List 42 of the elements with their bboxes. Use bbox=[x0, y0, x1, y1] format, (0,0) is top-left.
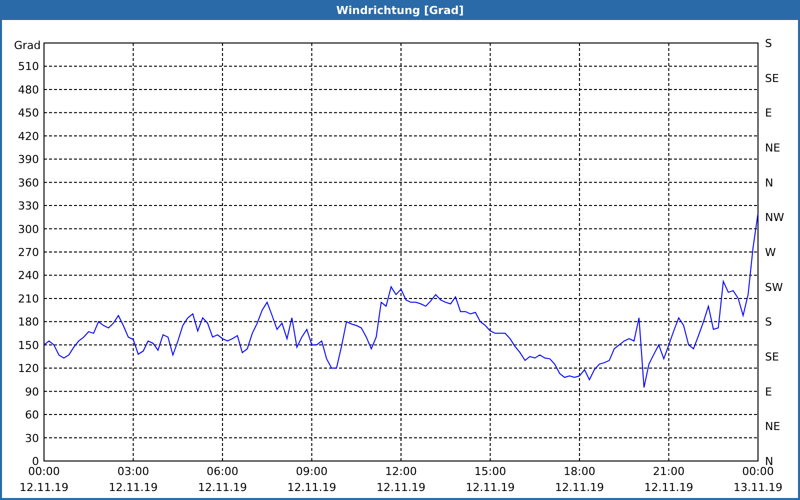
x-tick-label: 15:00 12.11.19 bbox=[466, 465, 515, 494]
y-tick-label: 270 bbox=[18, 246, 39, 259]
y-tick-label: 300 bbox=[18, 222, 39, 236]
y-tick-label: 120 bbox=[18, 362, 39, 376]
compass-tick-label: W bbox=[765, 246, 776, 259]
y-tick-label: 480 bbox=[18, 83, 39, 96]
y-tick-label: 240 bbox=[18, 269, 39, 282]
compass-tick-label: SW bbox=[765, 280, 783, 294]
window-title: Windrichtung [Grad] bbox=[336, 4, 464, 16]
x-tick-label: 00:00 13.11.19 bbox=[734, 465, 782, 494]
y-tick-label: 150 bbox=[18, 338, 39, 352]
y-tick-label: 360 bbox=[18, 176, 39, 190]
x-tick-label: 06:00 12.11.19 bbox=[198, 465, 247, 494]
compass-tick-label: NW bbox=[765, 211, 784, 224]
x-tick-label: 21:00 12.11.19 bbox=[644, 465, 694, 494]
y-tick-label: 420 bbox=[18, 130, 39, 143]
y-tick-label: 450 bbox=[18, 106, 39, 120]
compass-tick-label: S bbox=[765, 37, 772, 50]
x-tick-label: 09:00 12.11.19 bbox=[287, 465, 336, 494]
y-tick-label: 510 bbox=[18, 60, 39, 74]
compass-tick-label: E bbox=[765, 106, 772, 120]
compass-tick-label: N bbox=[765, 176, 774, 190]
y-tick-label: 90 bbox=[25, 385, 39, 398]
compass-tick-label: S bbox=[765, 316, 772, 329]
compass-tick-label: SE bbox=[765, 72, 779, 85]
x-tick-label: 03:00 12.11.19 bbox=[108, 465, 158, 494]
compass-tick-label: SE bbox=[765, 350, 779, 364]
y-tick-label: 330 bbox=[18, 200, 39, 213]
y-tick-label: 30 bbox=[25, 432, 39, 445]
compass-tick-label: E bbox=[765, 385, 772, 398]
y-tick-label: 60 bbox=[25, 408, 39, 422]
compass-tick-label: NE bbox=[765, 142, 780, 154]
y-axis-label: Grad bbox=[14, 39, 41, 52]
y-tick-label: 210 bbox=[18, 292, 39, 306]
x-tick-label: 18:00 12.11.19 bbox=[555, 465, 604, 494]
compass-tick-label: NE bbox=[765, 420, 780, 434]
x-tick-label: 12:00 12.11.19 bbox=[376, 465, 426, 494]
y-tick-label: 180 bbox=[18, 316, 39, 329]
compass-tick-label: N bbox=[765, 455, 774, 468]
x-tick-label: 00:00 12.11.19 bbox=[20, 465, 68, 494]
y-tick-label: 0 bbox=[32, 455, 39, 468]
y-tick-label: 390 bbox=[18, 153, 39, 166]
